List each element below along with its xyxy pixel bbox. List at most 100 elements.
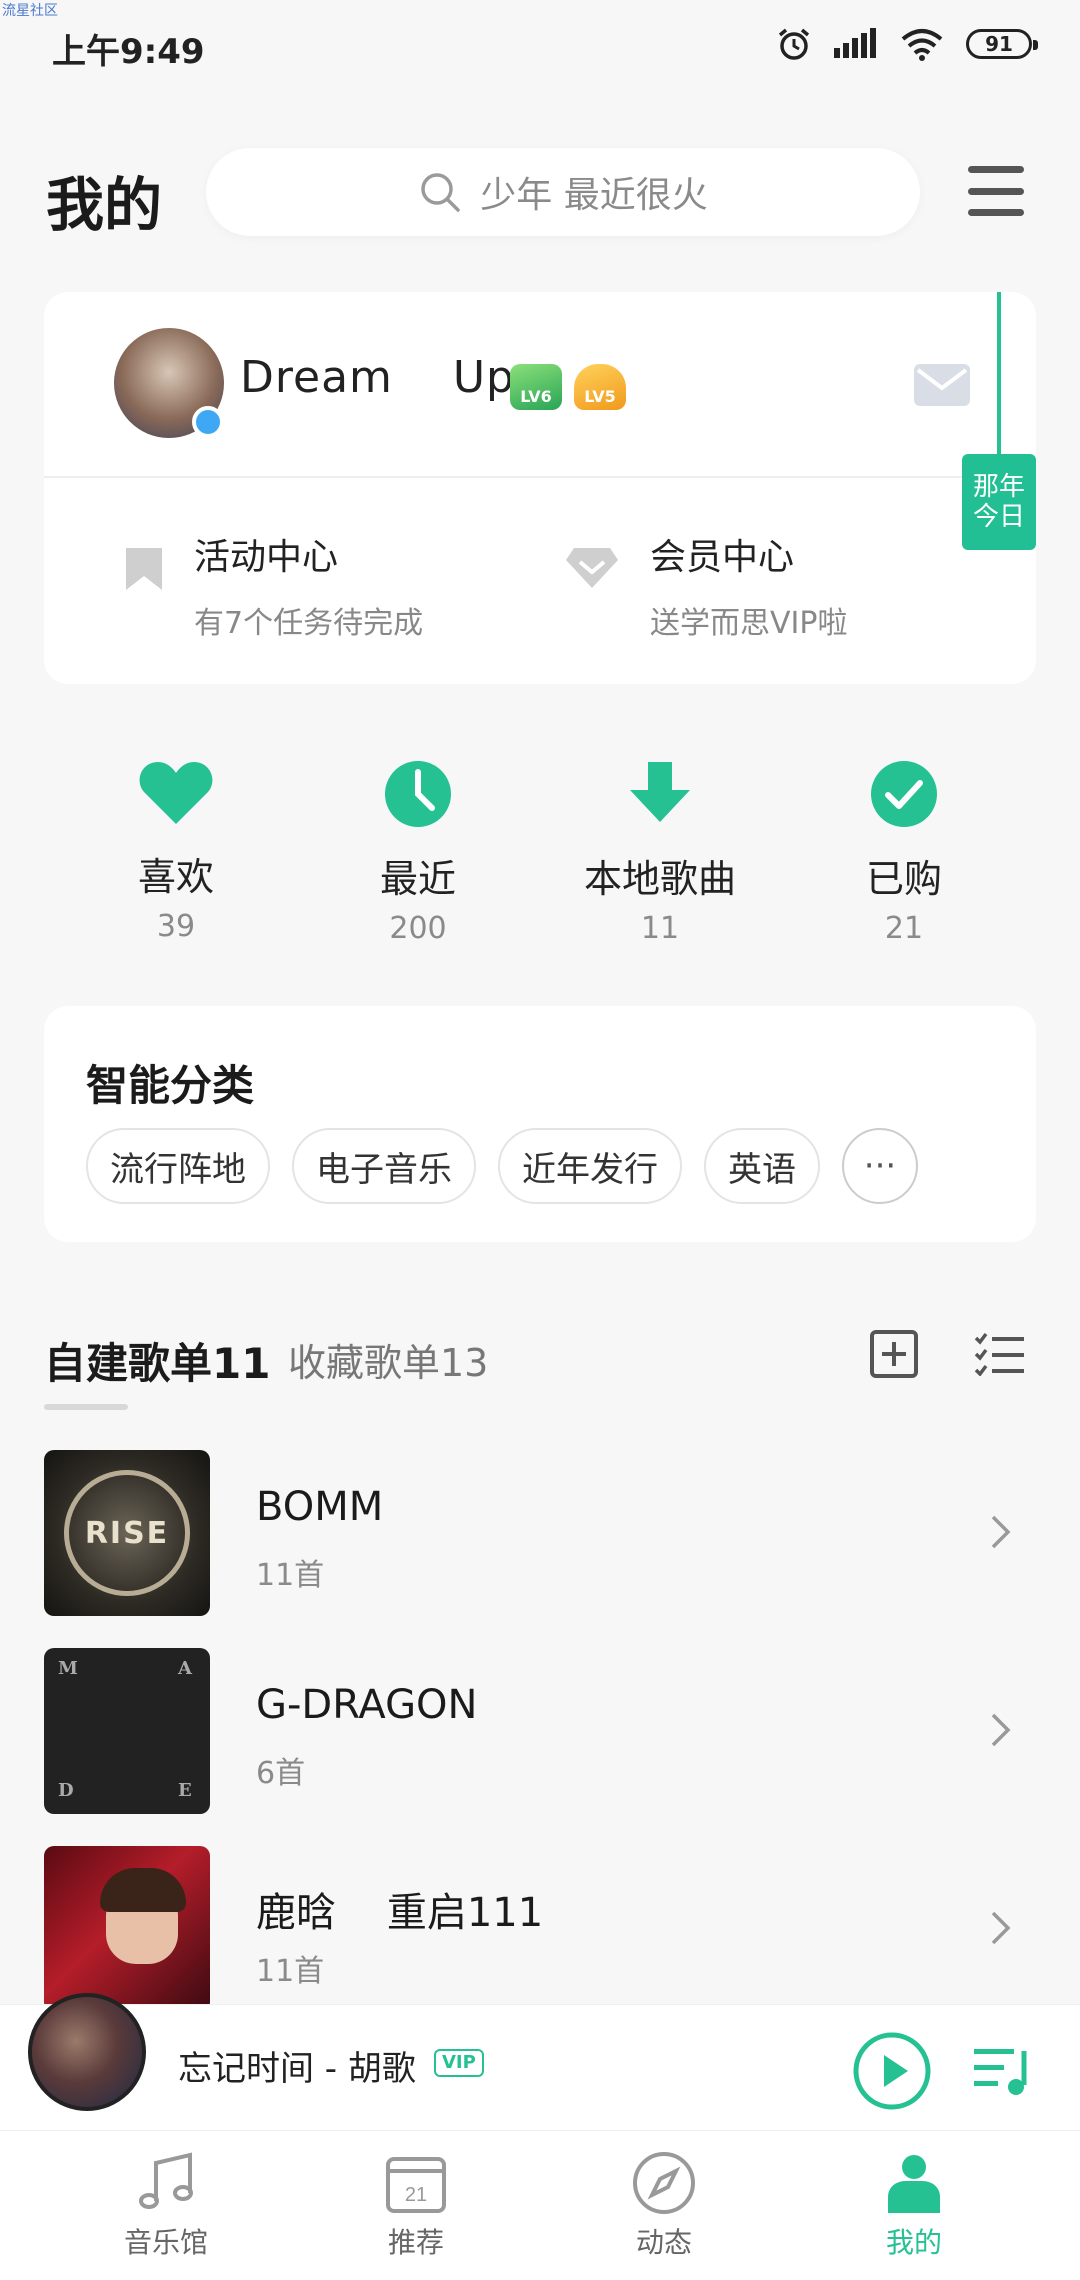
status-bar: 上午9:49 91 — [0, 0, 1080, 90]
bookmark-icon — [126, 548, 162, 590]
more-categories-button[interactable]: ··· — [842, 1128, 918, 1204]
stat-liked-count: 39 — [156, 909, 196, 944]
page-title: 我的 — [46, 171, 163, 239]
chevron-right-icon — [991, 1911, 1011, 1945]
avatar-badge-icon — [192, 406, 224, 438]
playlist-count: 11首 — [256, 1954, 325, 1989]
cover-letter: D — [58, 1780, 74, 1801]
battery-icon: 91 — [966, 29, 1038, 59]
stat-purchased-count: 21 — [884, 911, 924, 946]
now-playing-cover[interactable] — [28, 1993, 146, 2111]
nav-feed[interactable]: 动态 — [584, 2151, 744, 2261]
playlist-tabs: 自建歌单11 收藏歌单13 — [0, 1320, 1080, 1420]
stat-local-songs[interactable]: 本地歌曲 11 — [560, 760, 760, 946]
search-icon — [421, 173, 461, 212]
add-playlist-icon[interactable] — [870, 1330, 918, 1378]
music-note-icon — [139, 2152, 193, 2209]
clock-icon — [385, 761, 451, 827]
download-icon — [630, 762, 690, 822]
chip-english[interactable]: 英语 — [704, 1128, 820, 1204]
divider — [44, 476, 1036, 478]
heart-icon — [139, 762, 213, 824]
hanging-tag-string — [997, 292, 1001, 460]
tab-created-playlists[interactable]: 自建歌单11 — [44, 1330, 270, 1391]
bottom-nav: 音乐馆 21 推荐 动态 我的 — [0, 2130, 1080, 2280]
compass-icon — [633, 2152, 695, 2214]
header: 我的 少年 最近很火 — [0, 140, 1080, 250]
smart-category-title: 智能分类 — [86, 1061, 255, 1110]
alarm-icon — [778, 28, 810, 60]
stat-local-songs-count: 11 — [640, 911, 680, 946]
calendar-icon: 21 — [386, 2157, 446, 2213]
signal-icon — [834, 28, 876, 58]
chip-pop[interactable]: 流行阵地 — [86, 1128, 270, 1204]
level-badge-lv5[interactable]: LV5 — [574, 364, 626, 410]
stat-liked[interactable]: 喜欢 39 — [76, 760, 276, 944]
calendar-day: 21 — [405, 2184, 427, 2206]
category-chips: 流行阵地 电子音乐 近年发行 英语 ··· — [86, 1128, 918, 1204]
play-icon[interactable] — [852, 2031, 932, 2111]
smart-category-card: 智能分类 流行阵地 电子音乐 近年发行 英语 ··· — [44, 1006, 1036, 1242]
nav-label: 动态 — [635, 2226, 692, 2259]
playlist-name: G-DRAGON — [256, 1682, 478, 1728]
stat-recent-count: 200 — [389, 911, 447, 946]
hanging-tag-text: 那年今日 — [972, 472, 1025, 532]
playlist-count: 6首 — [256, 1756, 306, 1791]
level-badge-lv6[interactable]: LV6 — [510, 364, 562, 410]
stats-row: 喜欢 39 最近 200 本地歌曲 11 已购 21 — [0, 760, 1080, 950]
manage-list-icon[interactable] — [974, 1332, 1024, 1376]
stat-local-songs-label: 本地歌曲 — [583, 857, 736, 901]
playlist-item[interactable]: 鹿晗 重启111 11首 — [0, 1846, 1080, 2014]
diamond-icon — [566, 548, 618, 588]
stat-purchased[interactable]: 已购 21 — [804, 760, 1004, 946]
playlist-cover: M A D E — [44, 1648, 210, 1814]
now-playing-title[interactable]: 忘记时间 - 胡歌 — [178, 2041, 416, 2090]
hanging-tag[interactable]: 那年今日 — [962, 292, 1036, 550]
stat-recent[interactable]: 最近 200 — [318, 760, 518, 946]
chip-recent-release[interactable]: 近年发行 — [498, 1128, 682, 1204]
vip-center[interactable]: 会员中心 送学而思VIP啦 — [564, 528, 847, 642]
playlist-name: 鹿晗 重启111 — [256, 1890, 544, 1936]
mini-player[interactable]: 忘记时间 - 胡歌 VIP — [0, 1993, 1080, 2130]
vip-badge: VIP — [434, 2049, 484, 2077]
chip-electronic[interactable]: 电子音乐 — [292, 1128, 476, 1204]
playlist-cover: RISE — [44, 1450, 210, 1616]
playlist-name: BOMM — [256, 1484, 384, 1530]
username[interactable]: Dream Up — [240, 352, 515, 403]
nav-label: 我的 — [885, 2226, 942, 2259]
nav-label: 音乐馆 — [123, 2226, 208, 2259]
cover-letter: E — [178, 1780, 192, 1801]
stat-purchased-label: 已购 — [865, 857, 942, 901]
activity-center[interactable]: 活动中心 有7个任务待完成 — [124, 528, 423, 642]
tab-underline — [44, 1404, 128, 1410]
activity-center-title: 活动中心 — [194, 537, 339, 578]
nav-music-hall[interactable]: 音乐馆 — [86, 2151, 246, 2261]
search-placeholder: 少年 最近很火 — [480, 175, 708, 216]
search-input[interactable]: 少年 最近很火 — [206, 148, 920, 236]
nav-mine[interactable]: 我的 — [834, 2151, 994, 2261]
cover-letter: A — [178, 1658, 192, 1679]
person-icon — [888, 2155, 940, 2213]
playlist-item[interactable]: RISE BOMM 11首 — [0, 1450, 1080, 1618]
vip-center-subtitle: 送学而思VIP啦 — [650, 606, 848, 641]
playlist-queue-icon[interactable] — [972, 2045, 1032, 2097]
menu-icon[interactable] — [968, 166, 1024, 216]
playlist-cover — [44, 1846, 210, 2012]
nav-recommend[interactable]: 21 推荐 — [336, 2151, 496, 2261]
cover-text: RISE — [84, 1515, 170, 1551]
vip-center-title: 会员中心 — [650, 537, 795, 578]
check-icon — [871, 761, 937, 827]
nav-label: 推荐 — [387, 2226, 444, 2259]
chevron-right-icon — [991, 1515, 1011, 1549]
chevron-right-icon — [991, 1713, 1011, 1747]
hanging-tag-label: 那年今日 — [962, 454, 1036, 550]
activity-center-subtitle: 有7个任务待完成 — [194, 606, 424, 641]
wifi-icon — [901, 29, 943, 61]
cover-letter: M — [58, 1658, 78, 1679]
profile-card: Dream Up LV6 LV5 活动中心 有7个任务待完成 会员中心 送学而思… — [44, 292, 1036, 684]
playlist-count: 11首 — [256, 1558, 325, 1593]
playlist-item[interactable]: M A D E G-DRAGON 6首 — [0, 1648, 1080, 1816]
stat-recent-label: 最近 — [379, 857, 456, 901]
tab-collected-playlists[interactable]: 收藏歌单13 — [288, 1332, 488, 1387]
status-time: 上午9:49 — [52, 32, 205, 72]
